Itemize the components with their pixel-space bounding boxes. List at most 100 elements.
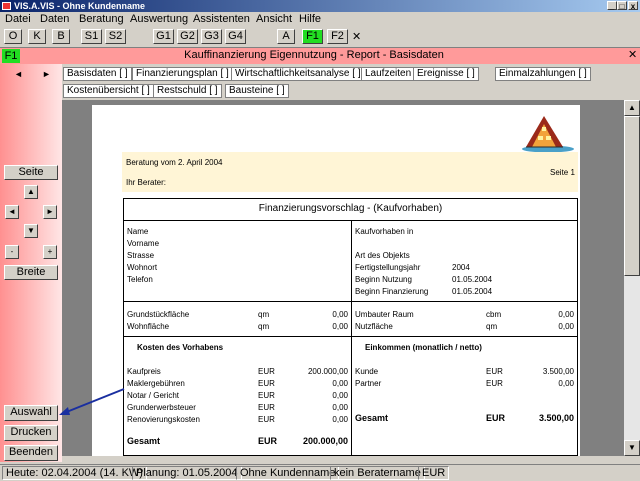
minimize-button[interactable]: _: [607, 1, 617, 11]
divider: [123, 301, 578, 302]
tab-basisdaten[interactable]: Basisdaten [ ]: [63, 67, 132, 81]
scroll-left-icon[interactable]: ◄: [5, 205, 19, 219]
label-fertigstellungsjahr: Fertigstellungsjahr: [355, 263, 421, 272]
status-planung: Planung: 01.05.2004: [132, 466, 242, 480]
menu-daten[interactable]: Daten: [40, 13, 69, 25]
unit-kaufpreis: EUR: [258, 367, 275, 376]
title-bar: VIS.A.VIS - Ohne Kundenname _ □ x: [0, 0, 640, 12]
value-renovierungskosten: 0,00: [332, 415, 348, 424]
unit-renovierungskosten: EUR: [258, 415, 275, 424]
toolbar-close-icon[interactable]: ✕: [352, 30, 361, 43]
unit-umbauter-raum: cbm: [486, 310, 502, 319]
value-nutzflaeche: 0,00: [558, 322, 574, 331]
value-kunde: 3.500,00: [542, 367, 574, 376]
berater-label: Ihr Berater:: [126, 178, 167, 187]
scrollbar-up-icon[interactable]: ▲: [624, 100, 640, 116]
window-title: VIS.A.VIS - Ohne Kundenname: [14, 1, 146, 11]
close-button[interactable]: x: [628, 1, 638, 11]
report-close-icon[interactable]: ✕: [628, 49, 638, 62]
label-beginn-finanzierung: Beginn Finanzierung: [355, 287, 429, 296]
auswahl-button[interactable]: Auswahl: [4, 405, 58, 421]
label-name: Name: [127, 227, 149, 236]
menu-hilfe[interactable]: Hilfe: [299, 13, 321, 25]
value-gesamt-kosten: 200.000,00: [302, 436, 348, 446]
vertical-scrollbar[interactable]: ▲ ▼: [624, 100, 640, 456]
menu-datei[interactable]: Datei: [5, 13, 31, 25]
value-notar: 0,00: [332, 391, 348, 400]
toolbar-button-k[interactable]: K: [28, 29, 46, 44]
unit-nutzflaeche: qm: [486, 322, 498, 331]
tab-einmalzahlungen[interactable]: Einmalzahlungen [ ]: [495, 67, 591, 81]
tab-finanzierungsplan[interactable]: Finanzierungsplan [ ]: [132, 67, 233, 81]
tab-ereignisse[interactable]: Ereignisse [ ]: [413, 67, 479, 81]
menu-beratung[interactable]: Beratung: [79, 13, 124, 25]
annotation-arrow-icon: [59, 388, 125, 415]
breite-button[interactable]: Breite: [4, 265, 58, 280]
toolbar-button-g4[interactable]: G4: [225, 29, 246, 44]
page-number: Seite 1: [550, 168, 575, 177]
label-grunderwerbsteuer: Grunderwerbsteuer: [127, 403, 196, 412]
beratung-date: Beratung vom 2. April 2004: [126, 158, 223, 167]
toolbar-button-b[interactable]: B: [52, 29, 70, 44]
tab-restschuld[interactable]: Restschuld [ ]: [153, 84, 222, 98]
label-strasse: Strasse: [127, 251, 155, 260]
scroll-down-icon[interactable]: ▼: [24, 224, 38, 238]
unit-grundstueckflaeche: qm: [258, 310, 270, 319]
label-partner: Partner: [355, 379, 382, 388]
status-bar: Heute: 02.04.2004 (14. KW) Planung: 01.0…: [0, 464, 640, 481]
value-fertigstellungsjahr: 2004: [452, 263, 470, 272]
toolbar-button-f1[interactable]: F1: [302, 29, 323, 44]
nav-right-arrow-icon[interactable]: ►: [42, 69, 51, 79]
zoom-in-button[interactable]: +: [43, 245, 57, 259]
value-partner: 0,00: [558, 379, 574, 388]
page-title: Kauffinanzierung Eigennutzung - Report -…: [184, 49, 444, 61]
value-kaufpreis: 200.000,00: [307, 367, 348, 376]
toolbar-button-s2[interactable]: S2: [105, 29, 126, 44]
beenden-button[interactable]: Beenden: [4, 445, 58, 461]
label-nutzflaeche: Nutzfläche: [355, 322, 393, 331]
tab-wirtschaftlichkeitsanalyse[interactable]: Wirtschaftlichkeitsanalyse [ ]: [231, 67, 365, 81]
label-notar: Notar / Gericht: [127, 391, 180, 400]
unit-wohnflaeche: qm: [258, 322, 270, 331]
unit-maklergebuehren: EUR: [258, 379, 275, 388]
unit-partner: EUR: [486, 379, 503, 388]
toolbar-button-g1[interactable]: G1: [153, 29, 174, 44]
left-panel: ◄ ► Seite ▲ ◄ ► ▼ - + Breite Auswahl Dru…: [0, 64, 62, 462]
value-beginn-nutzung: 01.05.2004: [452, 275, 493, 284]
menu-ansicht[interactable]: Ansicht: [256, 13, 292, 25]
toolbar-button-g3[interactable]: G3: [201, 29, 222, 44]
scrollbar-thumb[interactable]: [624, 116, 640, 276]
label-renovierungskosten: Renovierungskosten: [127, 415, 200, 424]
zoom-out-button[interactable]: -: [5, 245, 19, 259]
kosten-title: Kosten des Vorhabens: [137, 343, 224, 352]
toolbar-button-a[interactable]: A: [277, 29, 295, 44]
unit-grunderwerbsteuer: EUR: [258, 403, 275, 412]
tab-bausteine[interactable]: Bausteine [ ]: [225, 84, 289, 98]
toolbar-button-g2[interactable]: G2: [177, 29, 198, 44]
menu-auswertung[interactable]: Auswertung: [130, 13, 188, 25]
label-umbauter-raum: Umbauter Raum: [355, 310, 414, 319]
seite-button[interactable]: Seite: [4, 165, 58, 180]
toolbar: O K B S1 S2 G1 G2 G3 G4 A F1 F2 ✕: [0, 27, 640, 48]
report-page: Beratung vom 2. April 2004 Seite 1 Ihr B…: [92, 105, 580, 456]
scroll-up-icon[interactable]: ▲: [24, 185, 38, 199]
divider: [123, 336, 578, 337]
toolbar-button-s1[interactable]: S1: [81, 29, 102, 44]
toolbar-button-o[interactable]: O: [4, 29, 22, 44]
status-beratername: kein Beratername: [330, 466, 425, 480]
value-wohnflaeche: 0,00: [332, 322, 348, 331]
unit-kunde: EUR: [486, 367, 503, 376]
label-kunde: Kunde: [355, 367, 379, 376]
value-grunderwerbsteuer: 0,00: [332, 403, 348, 412]
menu-assistenten[interactable]: Assistenten: [193, 13, 250, 25]
scroll-right-icon[interactable]: ►: [43, 205, 57, 219]
scrollbar-down-icon[interactable]: ▼: [624, 440, 640, 456]
nav-left-arrow-icon[interactable]: ◄: [14, 69, 23, 79]
tab-kostenuebersicht[interactable]: Kostenübersicht [ ]: [63, 84, 154, 98]
status-currency: EUR: [418, 466, 450, 480]
einkommen-title: Einkommen (monatlich / netto): [365, 343, 482, 352]
menu-bar: Datei Daten Beratung Auswertung Assisten…: [0, 12, 640, 27]
toolbar-button-f2[interactable]: F2: [327, 29, 348, 44]
drucken-button[interactable]: Drucken: [4, 425, 58, 441]
maximize-button[interactable]: □: [617, 1, 627, 11]
